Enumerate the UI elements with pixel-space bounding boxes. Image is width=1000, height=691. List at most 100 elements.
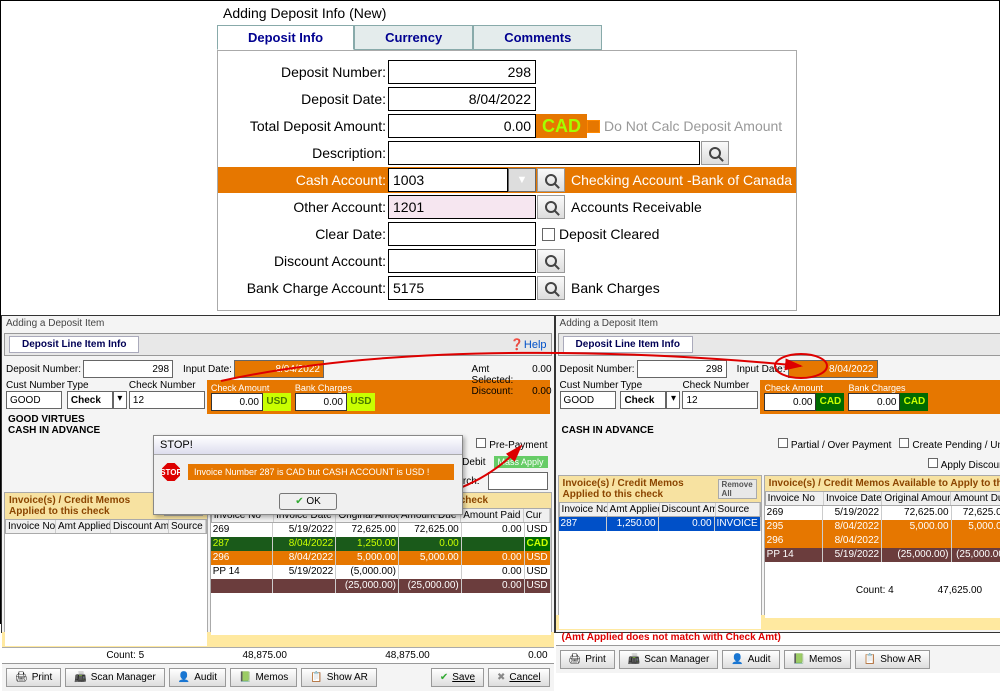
racol-date[interactable]: Invoice Date — [824, 492, 882, 505]
discount-account-input[interactable] — [388, 249, 536, 273]
right-section-tab[interactable]: Deposit Line Item Info — [563, 336, 693, 353]
col-discount-amt[interactable]: Discount Amt — [111, 520, 169, 533]
left-search-input[interactable] — [488, 472, 548, 490]
left-input-date[interactable] — [234, 360, 324, 378]
acol-amount-paid[interactable]: Amount Paid — [461, 509, 523, 522]
memos-button[interactable]: 📗Memos — [230, 668, 297, 687]
r-print-button[interactable]: 🖨Print — [560, 650, 615, 669]
rcol-amtapp[interactable]: Amt Applied — [608, 503, 660, 516]
racol-orig[interactable]: Original Amount — [882, 492, 951, 505]
scanner-icon: 📠 — [74, 672, 86, 683]
audit-button[interactable]: 👤Audit — [169, 668, 226, 687]
left-check-amount[interactable] — [211, 393, 263, 411]
left-bank-charges[interactable] — [295, 393, 347, 411]
rcol-source[interactable]: Source — [716, 503, 760, 516]
table-row[interactable]: 2878/04/20221,250.000.00CAD — [211, 537, 551, 551]
x-icon: ✖ — [497, 672, 505, 683]
stop-dialog-ok-button[interactable]: ✔ OK — [279, 493, 337, 510]
r-lbl-checknum: Check Number — [682, 380, 758, 391]
cancel-button[interactable]: ✖Cancel — [488, 668, 550, 687]
left-type[interactable] — [67, 391, 113, 409]
other-account-input[interactable] — [388, 195, 536, 219]
no-calc-checkbox[interactable] — [587, 120, 600, 133]
print-button[interactable]: 🖨Print — [6, 668, 61, 687]
tab-comments[interactable]: Comments — [473, 25, 602, 50]
cash-account-dropdown[interactable]: ▼ — [508, 168, 536, 192]
right-input-date[interactable] — [788, 360, 878, 378]
cash-account-lookup-button[interactable] — [537, 168, 565, 192]
lbl-cash-account: Cash Account: — [218, 172, 388, 188]
left-charges-currency: USD — [347, 393, 375, 411]
show-ar-button[interactable]: 📋Show AR — [301, 668, 377, 687]
r-show-ar-button[interactable]: 📋Show AR — [855, 650, 931, 669]
right-check-number[interactable] — [682, 391, 758, 409]
stop-dialog: STOP! STOP Invoice Number 287 is CAD but… — [153, 435, 463, 515]
col-amt-applied[interactable]: Amt Applied — [56, 520, 111, 533]
right-type-dropdown[interactable]: ▾ — [666, 391, 680, 409]
val-amt-selected: 0.00 — [532, 364, 551, 386]
left-deposit-number[interactable] — [83, 360, 173, 378]
discount-account-lookup-button[interactable] — [537, 249, 565, 273]
r-memos-button[interactable]: 📗Memos — [784, 650, 851, 669]
tab-deposit-info[interactable]: Deposit Info — [217, 25, 354, 50]
deposit-number-input[interactable] — [388, 60, 536, 84]
total-amount-input[interactable] — [388, 114, 536, 138]
r-audit-button[interactable]: 👤Audit — [722, 650, 779, 669]
lbl-prepayment: Pre-Payment — [489, 440, 547, 451]
save-button[interactable]: ✔Save — [431, 668, 484, 687]
r-partial-over-checkbox[interactable] — [778, 438, 788, 448]
tab-currency[interactable]: Currency — [354, 25, 473, 50]
scan-manager-button[interactable]: 📠Scan Manager — [65, 668, 165, 687]
right-deposit-number[interactable] — [637, 360, 727, 378]
r-create-pending-checkbox[interactable] — [899, 438, 909, 448]
racol-due[interactable]: Amount Due — [951, 492, 1000, 505]
bank-charge-lookup-button[interactable] — [537, 276, 565, 300]
cash-account-input[interactable] — [388, 168, 508, 192]
other-account-lookup-button[interactable] — [537, 195, 565, 219]
description-lookup-button[interactable] — [701, 141, 729, 165]
table-row[interactable]: 2871,250.000.00INVOICE — [559, 517, 761, 531]
amt-mismatch-warning: (Amt Applied does not match with Check A… — [556, 630, 1000, 645]
lbl-left-count: Count: — [106, 650, 135, 661]
table-row[interactable]: (25,000.00)(25,000.00)0.00USD — [211, 579, 551, 593]
r-apply-discount-checkbox[interactable] — [928, 458, 938, 468]
right-bank-charges[interactable] — [848, 393, 900, 411]
left-help-link[interactable]: ❓Help — [510, 338, 546, 351]
right-check-amount[interactable] — [764, 393, 816, 411]
bank-charge-account-input[interactable] — [388, 276, 536, 300]
r-lbl-partial: Partial / Over Payment — [791, 440, 892, 451]
table-row[interactable]: 2968/04/20225,000.005,000.000.00USD — [211, 551, 551, 565]
deposit-cleared-checkbox[interactable] — [542, 228, 555, 241]
list-icon: 📋 — [310, 672, 322, 683]
table-row[interactable]: 2695/19/202272,625.0072,625.000.00USD — [765, 506, 1000, 520]
right-cust-number[interactable] — [560, 391, 616, 409]
table-row[interactable]: 2968/04/20220.00USD — [765, 534, 1000, 548]
racol-invno[interactable]: Invoice No — [766, 492, 824, 505]
clear-date-input[interactable] — [388, 222, 536, 246]
rcol-discamt[interactable]: Discount Amt — [660, 503, 716, 516]
right-applied-grid[interactable]: Invoice(s) / Credit Memos Applied to thi… — [558, 475, 762, 615]
mass-apply-button[interactable]: Mass Apply — [494, 456, 548, 468]
col-invoice-no[interactable]: Invoice No — [6, 520, 56, 533]
right-type[interactable] — [620, 391, 666, 409]
left-type-dropdown[interactable]: ▾ — [113, 391, 127, 409]
right-deposit-item-pane: Adding a Deposit Item Deposit Line Item … — [555, 315, 1000, 633]
r-lbl-bankcharges: Bank Charges — [848, 383, 928, 393]
table-row[interactable]: 2958/04/20225,000.005,000.000.00USD — [765, 520, 1000, 534]
left-section-tab[interactable]: Deposit Line Item Info — [9, 336, 139, 353]
deposit-date-input[interactable] — [388, 87, 536, 111]
rcol-invno[interactable]: Invoice No — [560, 503, 608, 516]
table-row[interactable]: PP 145/19/2022(25,000.00)(25,000.00)0.00… — [765, 548, 1000, 562]
description-input[interactable] — [388, 141, 700, 165]
prepayment-checkbox[interactable] — [476, 438, 486, 448]
r-scan-manager-button[interactable]: 📠Scan Manager — [619, 650, 719, 669]
left-check-number[interactable] — [129, 391, 205, 409]
r-remove-all-button[interactable]: Remove All — [718, 479, 757, 499]
col-source[interactable]: Source — [169, 520, 206, 533]
left-cust-number[interactable] — [6, 391, 62, 409]
table-row[interactable]: 2695/19/202272,625.0072,625.000.00USD — [211, 523, 551, 537]
r-lbl-count: Count: — [856, 585, 885, 596]
table-row[interactable]: PP 145/19/2022(5,000.00)0.00USD — [211, 565, 551, 579]
lbl-discount-account: Discount Account: — [218, 253, 388, 269]
acol-currency[interactable]: Cur — [524, 509, 550, 522]
